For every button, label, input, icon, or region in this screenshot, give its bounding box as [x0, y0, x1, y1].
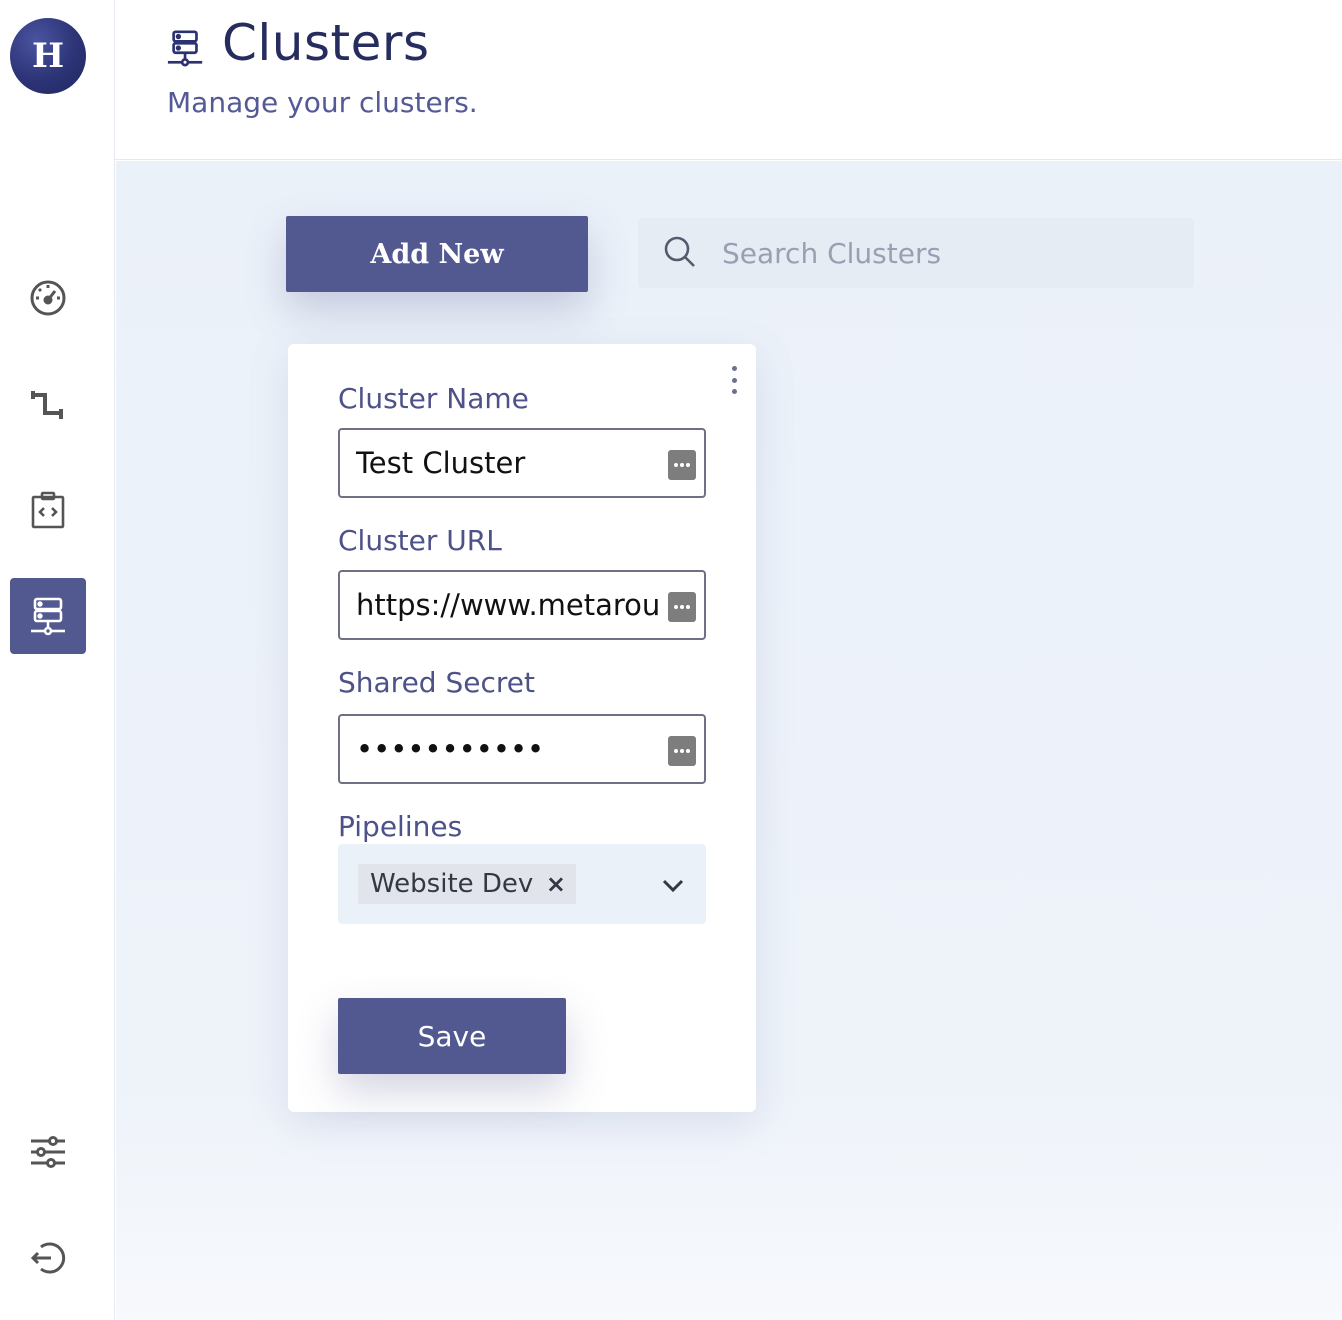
server-icon — [167, 30, 203, 67]
pipeline-icon — [31, 391, 63, 419]
password-manager-icon[interactable] — [668, 736, 696, 766]
cluster-card: Cluster Name Cluster URL Shared Secret P… — [288, 344, 756, 1112]
gauge-icon — [30, 280, 66, 316]
sidebar: H — [0, 0, 115, 1320]
add-new-button[interactable]: Add New — [286, 216, 588, 292]
cluster-name-label: Cluster Name — [338, 382, 529, 415]
cluster-name-field — [338, 428, 706, 498]
cluster-url-input[interactable] — [340, 572, 704, 638]
logout-icon — [30, 1242, 66, 1274]
search-input[interactable] — [722, 228, 1172, 278]
search-icon — [664, 236, 695, 267]
shared-secret-field — [338, 714, 706, 784]
remove-tag-icon[interactable]: × — [546, 870, 566, 898]
app-logo[interactable]: H — [10, 18, 86, 94]
clipboard-code-icon — [31, 491, 65, 529]
shared-secret-input[interactable] — [340, 716, 704, 782]
sidebar-item-code[interactable] — [10, 472, 86, 548]
chevron-down-icon[interactable] — [660, 872, 686, 898]
password-manager-icon[interactable] — [668, 592, 696, 622]
sidebar-item-clusters[interactable] — [10, 578, 86, 654]
save-button[interactable]: Save — [338, 998, 566, 1074]
cluster-url-label: Cluster URL — [338, 524, 502, 557]
cluster-name-input[interactable] — [340, 430, 704, 496]
shared-secret-label: Shared Secret — [338, 666, 535, 699]
sidebar-item-settings[interactable] — [10, 1114, 86, 1190]
sliders-icon — [31, 1136, 65, 1168]
password-manager-icon[interactable] — [668, 450, 696, 480]
server-icon — [31, 597, 65, 636]
pipelines-select[interactable]: Website Dev × — [338, 844, 706, 924]
more-options-icon[interactable] — [728, 366, 740, 394]
cluster-url-field — [338, 570, 706, 640]
search-box[interactable] — [638, 218, 1194, 288]
page-title: Clusters — [222, 14, 430, 72]
sidebar-item-pipelines[interactable] — [10, 366, 86, 442]
pipeline-tag: Website Dev × — [358, 864, 576, 904]
pipeline-tag-label: Website Dev — [370, 869, 534, 899]
page-subtitle: Manage your clusters. — [167, 86, 478, 119]
sidebar-item-logout[interactable] — [10, 1220, 86, 1296]
sidebar-item-dashboard[interactable] — [10, 260, 86, 336]
pipelines-label: Pipelines — [338, 810, 463, 843]
